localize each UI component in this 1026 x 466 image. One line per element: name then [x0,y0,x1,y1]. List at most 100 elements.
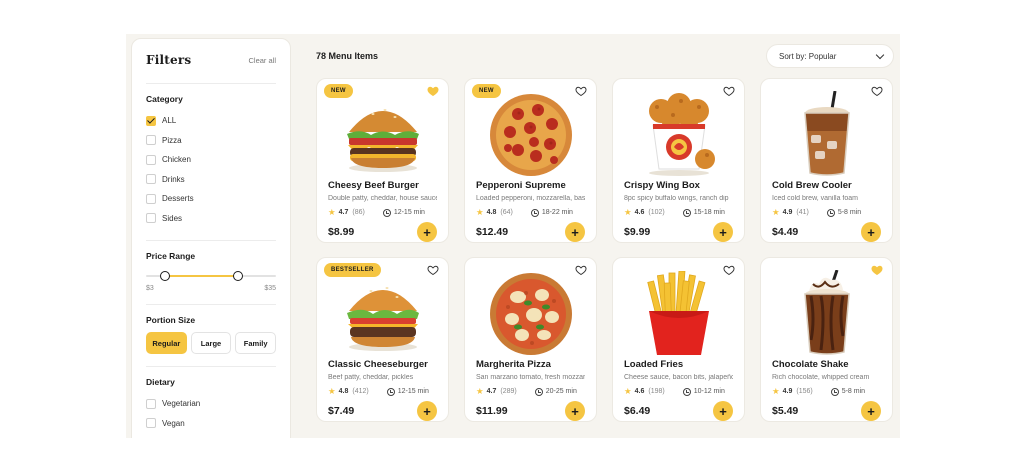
menu-item-card[interactable]: Cold Brew Cooler Iced cold brew, vanilla… [760,78,893,243]
item-description: Iced cold brew, vanilla foam [772,195,858,202]
category-option-sides[interactable]: Sides [146,209,276,229]
add-to-cart-button[interactable]: + [861,222,881,242]
slider-min-handle[interactable] [160,271,170,281]
heart-icon[interactable] [427,85,439,97]
menu-item-card[interactable]: NEW Pepperoni Supreme Loaded pepperoni, … [464,78,597,243]
item-price: $4.49 [772,226,799,238]
item-price: $6.49 [624,405,651,417]
checkbox[interactable] [146,418,156,429]
item-review-count: (86) [352,209,365,216]
sort-dropdown[interactable]: Sort by: Popular [766,44,894,68]
menu-item-card[interactable]: NEW Cheesy Beef Burger Double patty, che… [316,78,449,243]
price-range-labels: $3 $35 [146,285,276,292]
checkbox[interactable] [146,115,156,126]
category-option-drinks[interactable]: Drinks [146,170,276,190]
item-meta: ★ 4.7 (86) 12-15 min [328,207,437,218]
category-option-desserts[interactable]: Desserts [146,189,276,209]
category-option-chicken[interactable]: Chicken [146,150,276,170]
item-rating: 4.6 [634,209,645,216]
menu-item-card[interactable]: BESTSELLER Classic Cheeseburger Beef pat… [316,257,449,422]
checkbox[interactable] [146,193,156,204]
item-review-count: (64) [500,209,513,216]
item-price: $8.99 [328,226,355,238]
heart-icon[interactable] [723,264,735,276]
item-meta: ★ 4.6 (102) 15-18 min [624,207,733,218]
add-to-cart-button[interactable]: + [417,401,437,421]
item-description: Loaded pepperoni, mozzarella, basil [476,195,585,202]
menu-item-card[interactable]: Crispy Wing Box 8pc spicy buffalo wings,… [612,78,745,243]
menu-grid: NEW Cheesy Beef Burger Double patty, che… [316,78,893,422]
dietary-option-vegetarian[interactable]: Vegetarian [146,394,276,414]
divider [146,83,276,84]
item-meta: ★ 4.7 (289) 20-25 min [476,386,585,397]
menu-item-card[interactable]: Margherita Pizza San marzano tomato, fre… [464,257,597,422]
slider-max-handle[interactable] [233,271,243,281]
checkbox[interactable] [146,135,156,146]
category-section: Category ALL Pizza Chicken Drinks Desser… [146,94,276,228]
add-to-cart-button[interactable]: + [713,222,733,242]
heart-icon[interactable] [575,85,587,97]
item-name: Loaded Fries [624,359,684,370]
checkbox[interactable] [146,174,156,185]
portion-regular-button[interactable]: Regular [146,332,187,354]
results-header: 78 Menu Items Sort by: Popular [316,44,894,68]
heart-icon[interactable] [871,264,883,276]
category-option-pizza[interactable]: Pizza [146,131,276,151]
heart-icon[interactable] [575,264,587,276]
margherita-pizza-image [476,270,585,358]
star-icon: ★ [624,386,632,396]
chevron-down-icon [875,50,885,59]
filters-title: Filters [146,53,192,67]
add-to-cart-button[interactable]: + [565,222,585,242]
price-range-section: Price Range $3 $35 [146,251,276,292]
item-description: Beef patty, cheddar, pickles [328,374,414,381]
item-prep-time: 15-18 min [693,209,725,216]
menu-item-card[interactable]: Loaded Fries Cheese sauce, bacon bits, j… [612,257,745,422]
menu-item-count: 78 Menu Items [316,51,379,61]
clear-all-button[interactable]: Clear all [248,56,276,65]
item-description: Double patty, cheddar, house sauce [328,195,437,202]
item-price: $9.99 [624,226,651,238]
item-prep-time: 5-8 min [837,209,862,216]
checkbox[interactable] [146,398,156,409]
item-review-count: (289) [500,388,517,395]
divider [146,366,276,367]
item-badge: NEW [472,84,501,98]
category-option-all[interactable]: ALL [146,111,276,131]
star-icon: ★ [328,386,336,396]
portion-size-section: Portion Size Regular Large Family [146,315,277,354]
star-icon: ★ [476,386,484,396]
item-name: Cold Brew Cooler [772,180,852,191]
portion-large-button[interactable]: Large [190,332,232,354]
heart-icon[interactable] [723,85,735,97]
option-label: Drinks [162,174,185,184]
fried-chicken-bucket-image [624,91,733,179]
add-to-cart-button[interactable]: + [417,222,437,242]
add-to-cart-button[interactable]: + [565,401,585,421]
menu-item-card[interactable]: Chocolate Shake Rich chocolate, whipped … [760,257,893,422]
item-meta: ★ 4.8 (64) 18-22 min [476,207,585,218]
star-icon: ★ [328,207,336,217]
price-row: $12.49 + [476,222,585,242]
item-name: Classic Cheeseburger [328,359,428,370]
option-label: Vegetarian [162,399,201,409]
clock-icon [682,387,691,396]
checkbox[interactable] [146,154,156,165]
item-meta: ★ 4.9 (41) 5-8 min [772,207,881,218]
item-price: $7.49 [328,405,355,417]
item-meta: ★ 4.9 (156) 5-8 min [772,386,881,397]
filters-header: Filters Clear all [146,49,276,71]
portion-family-button[interactable]: Family [235,332,277,354]
heart-icon[interactable] [427,264,439,276]
dietary-option-vegan[interactable]: Vegan [146,414,276,434]
option-label: Vegan [162,418,185,428]
add-to-cart-button[interactable]: + [861,401,881,421]
sort-label: Sort by: Popular [779,51,837,61]
item-price: $5.49 [772,405,799,417]
add-to-cart-button[interactable]: + [713,401,733,421]
price-range-slider[interactable] [146,268,276,284]
pepperoni-pizza-image [476,91,585,179]
checkbox[interactable] [146,213,156,224]
heart-icon[interactable] [871,85,883,97]
cheeseburger-image [328,270,437,358]
